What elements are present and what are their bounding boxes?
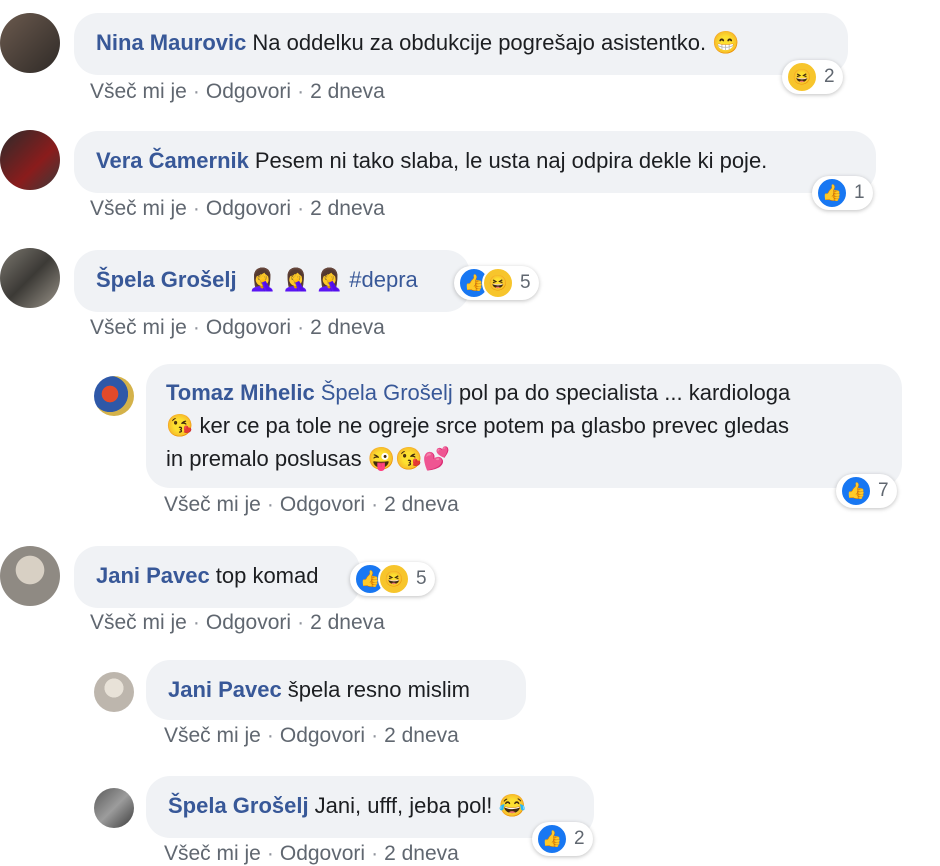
reaction-summary[interactable]: 👍 😆 5 — [350, 562, 435, 596]
reaction-count: 7 — [878, 480, 889, 501]
comment-bubble: Špela Grošelj Jani, ufff, jeba pol! 😂 — [146, 776, 594, 838]
timestamp[interactable]: 2 dneva — [384, 842, 459, 865]
reply-link[interactable]: Odgovori — [280, 493, 365, 516]
comment-actions: Všeč mi je · Odgovori · 2 dneva — [90, 80, 385, 103]
timestamp[interactable]: 2 dneva — [384, 724, 459, 747]
comment-bubble: Tomaz Mihelic Špela Grošelj pol pa do spec… — [146, 364, 902, 488]
comment-author[interactable]: Špela Grošelj — [168, 793, 309, 818]
reply-link[interactable]: Odgovori — [206, 80, 291, 103]
avatar[interactable] — [94, 788, 134, 828]
reaction-count: 5 — [416, 568, 427, 589]
avatar[interactable] — [94, 376, 134, 416]
thumbs-up-icon: 👍 — [840, 475, 872, 507]
laugh-emoji: 😂 — [498, 793, 526, 818]
comment-text: špela resno mislim — [287, 677, 470, 702]
emoji-group: 😜😘💕 — [367, 446, 450, 471]
like-link[interactable]: Všeč mi je — [90, 316, 187, 339]
reaction-summary[interactable]: 👍 7 — [836, 474, 897, 508]
reaction-count: 5 — [520, 272, 531, 293]
comment-actions: Všeč mi je · Odgovori · 2 dneva — [90, 197, 385, 220]
reply-link[interactable]: Odgovori — [280, 842, 365, 865]
like-link[interactable]: Všeč mi je — [164, 493, 261, 516]
comment-text-line: ker ce pa tole ne ogreje srce potem pa g… — [199, 413, 789, 438]
comment-author[interactable]: Špela Grošelj — [96, 267, 237, 292]
reaction-summary[interactable]: 👍 😆 5 — [454, 266, 539, 300]
reaction-count: 2 — [824, 66, 835, 87]
haha-icon: 😆 — [482, 267, 514, 299]
facepalm-emoji: 🤦‍♀️ 🤦‍♀️ 🤦‍♀️ — [248, 267, 344, 292]
avatar[interactable] — [0, 546, 60, 606]
timestamp[interactable]: 2 dneva — [310, 197, 385, 220]
comment-text: top komad — [215, 563, 319, 588]
like-link[interactable]: Všeč mi je — [90, 611, 187, 634]
grin-emoji: 😁 — [712, 30, 740, 55]
like-link[interactable]: Všeč mi je — [164, 724, 261, 747]
avatar[interactable] — [0, 248, 60, 308]
comment-bubble: Nina Maurovic Na oddelku za obdukcije pog… — [74, 13, 848, 75]
thumbs-up-icon: 👍 — [816, 177, 848, 209]
comment-author[interactable]: Vera Čamernik — [96, 148, 249, 173]
kiss-emoji: 😘 — [166, 413, 194, 438]
comment-actions: Všeč mi je · Odgovori · 2 dneva — [164, 493, 459, 516]
comment-text: Jani, ufff, jeba pol! — [314, 793, 493, 818]
comment-actions: Všeč mi je · Odgovori · 2 dneva — [164, 724, 459, 747]
thumbs-up-icon: 👍 — [536, 823, 568, 855]
reaction-summary[interactable]: 👍 1 — [812, 176, 873, 210]
reply-link[interactable]: Odgovori — [206, 197, 291, 220]
reaction-count: 2 — [574, 828, 585, 849]
comment-bubble: Jani Pavec top komad — [74, 546, 360, 608]
timestamp[interactable]: 2 dneva — [310, 611, 385, 634]
reply-link[interactable]: Odgovori — [280, 724, 365, 747]
timestamp[interactable]: 2 dneva — [310, 316, 385, 339]
comment-actions: Všeč mi je · Odgovori · 2 dneva — [164, 842, 459, 865]
reaction-summary[interactable]: 😆 2 — [782, 60, 843, 94]
avatar[interactable] — [0, 130, 60, 190]
comment-actions: Všeč mi je · Odgovori · 2 dneva — [90, 316, 385, 339]
comment-bubble: Špela Grošelj 🤦‍♀️ 🤦‍♀️ 🤦‍♀️ #depra — [74, 250, 470, 312]
avatar[interactable] — [0, 13, 60, 73]
comment-author[interactable]: Jani Pavec — [168, 677, 282, 702]
comment-bubble: Jani Pavec špela resno mislim — [146, 660, 526, 720]
comment-author[interactable]: Jani Pavec — [96, 563, 210, 588]
timestamp[interactable]: 2 dneva — [310, 80, 385, 103]
comment-actions: Všeč mi je · Odgovori · 2 dneva — [90, 611, 385, 634]
like-link[interactable]: Všeč mi je — [164, 842, 261, 865]
hashtag-link[interactable]: #depra — [349, 267, 418, 292]
comment-text: Pesem ni tako slaba, le usta naj odpira … — [254, 148, 768, 173]
like-link[interactable]: Všeč mi je — [90, 80, 187, 103]
reply-link[interactable]: Odgovori — [206, 611, 291, 634]
like-link[interactable]: Všeč mi je — [90, 197, 187, 220]
avatar[interactable] — [94, 672, 134, 712]
comment-text: Na oddelku za obdukcije pogrešajo asiste… — [252, 30, 707, 55]
reply-link[interactable]: Odgovori — [206, 316, 291, 339]
haha-icon: 😆 — [786, 61, 818, 93]
comment-author[interactable]: Tomaz Mihelic — [166, 380, 315, 405]
timestamp[interactable]: 2 dneva — [384, 493, 459, 516]
reaction-count: 1 — [854, 182, 865, 203]
comment-author[interactable]: Nina Maurovic — [96, 30, 246, 55]
mention-link[interactable]: Špela Grošelj — [321, 380, 453, 405]
comment-bubble: Vera Čamernik Pesem ni tako slaba, le ust… — [74, 131, 876, 193]
haha-icon: 😆 — [378, 563, 410, 595]
comment-text-line: in premalo poslusas — [166, 446, 362, 471]
comment-text-line: pol pa do specialista ... kardiologa — [458, 380, 791, 405]
